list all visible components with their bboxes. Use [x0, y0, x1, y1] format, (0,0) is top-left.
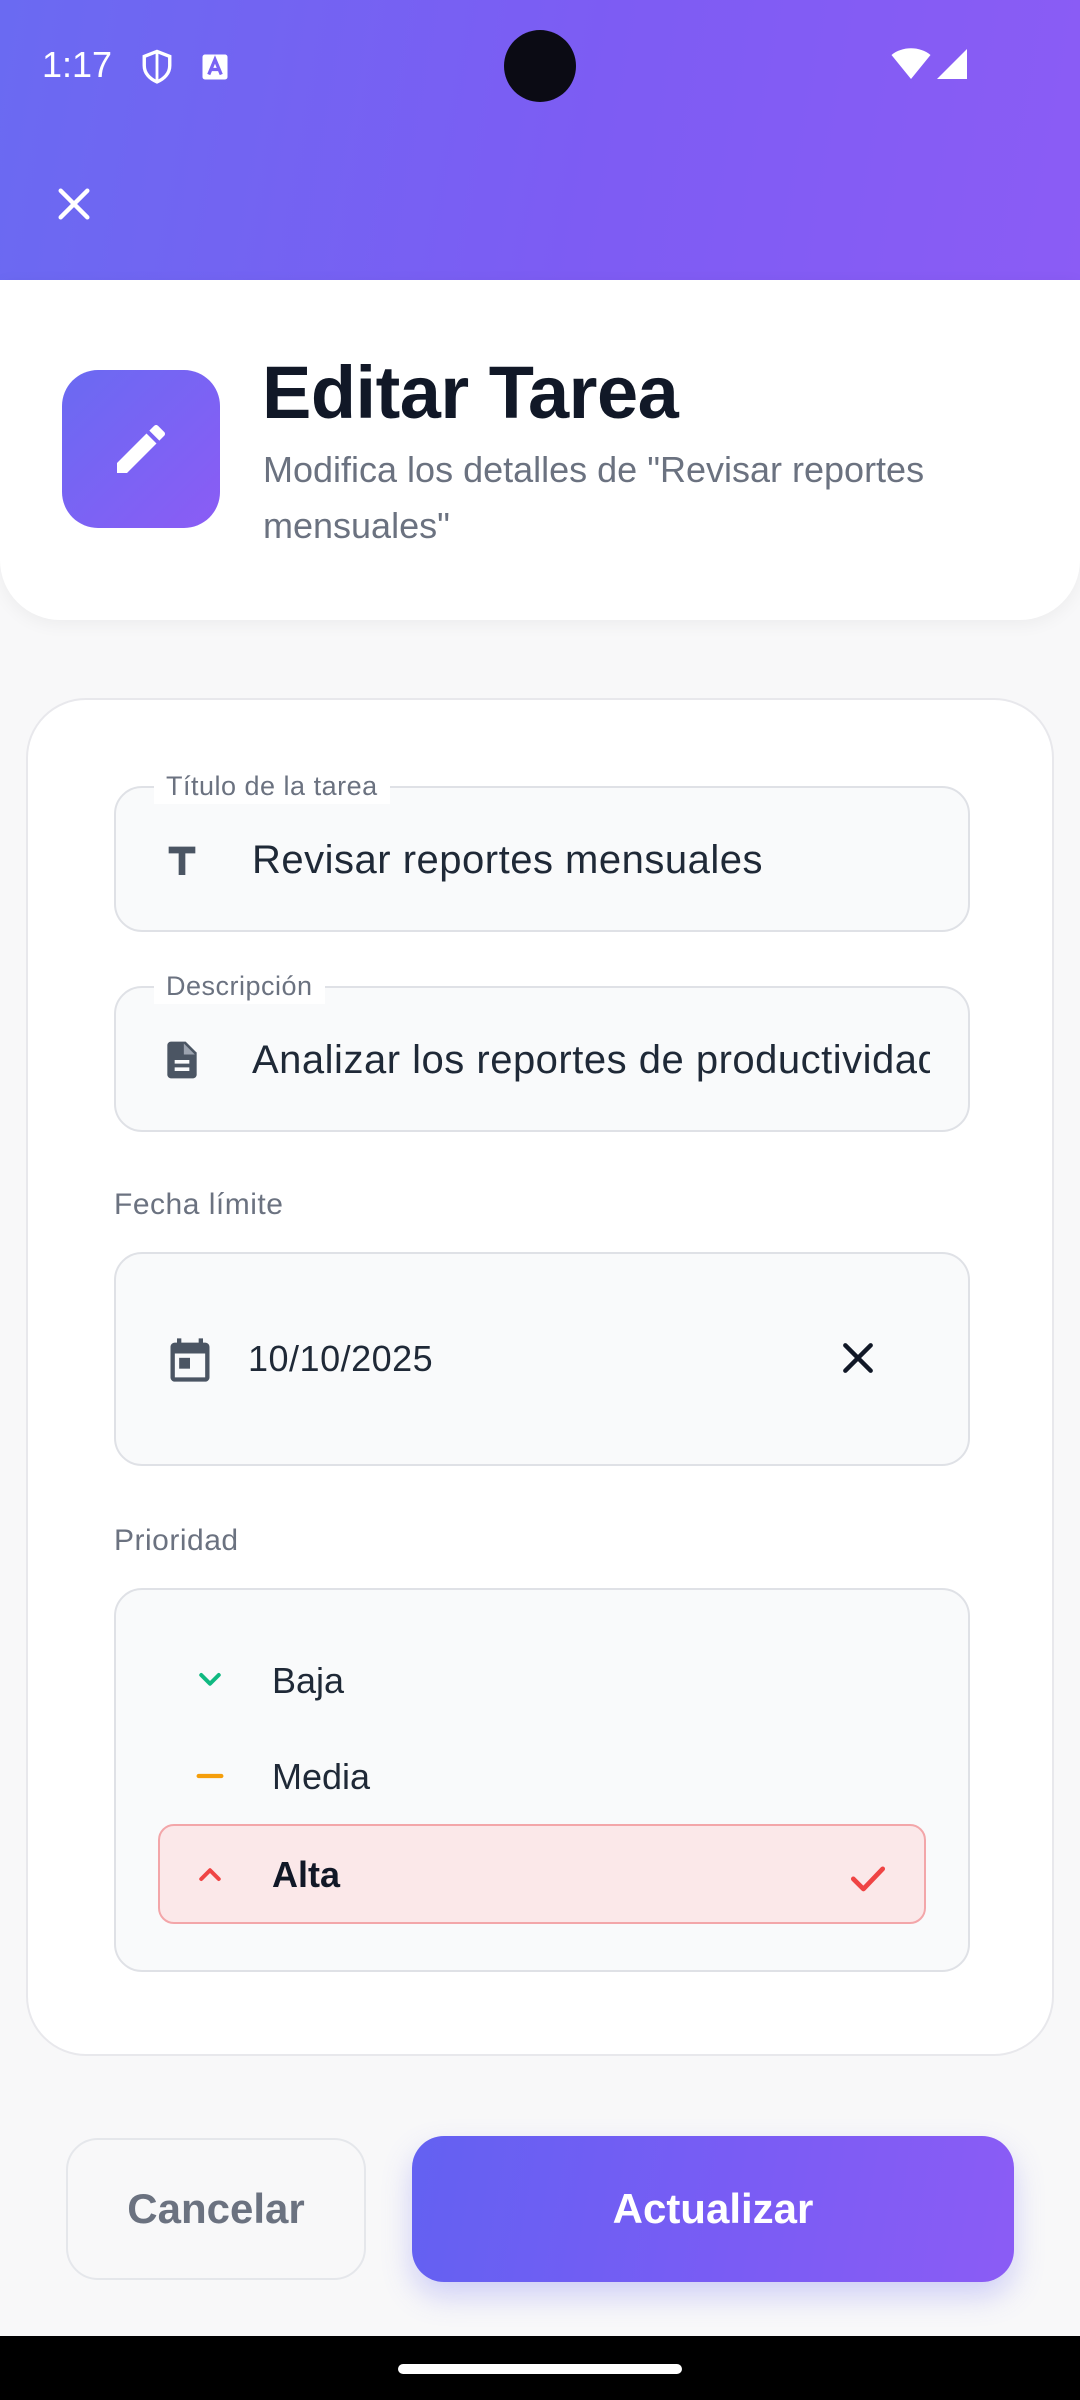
due-date-value: 10/10/2025 [248, 1338, 434, 1379]
status-time: 1:17 [42, 44, 113, 85]
minus-icon [192, 1758, 228, 1794]
close-icon [839, 1339, 877, 1382]
gesture-navigation-bar[interactable] [398, 2364, 682, 2374]
priority-label: Prioridad [114, 1524, 239, 1557]
priority-option-label: Baja [272, 1660, 345, 1701]
page-title: Editar Tarea [262, 351, 679, 434]
priority-option-media[interactable]: Media [158, 1726, 926, 1826]
shield-icon [140, 48, 174, 91]
wifi-icon [890, 46, 932, 87]
priority-option-baja[interactable]: Baja [158, 1630, 926, 1730]
camera-cutout [504, 30, 576, 102]
calendar-icon [162, 1332, 218, 1388]
description-field[interactable]: Descripción Analizar los reportes de pro… [114, 968, 970, 1132]
chevron-down-icon [192, 1662, 228, 1698]
chevron-up-icon [192, 1856, 228, 1892]
priority-option-alta[interactable]: Alta [158, 1824, 926, 1924]
close-icon [54, 184, 94, 229]
top-app-bar: 1:17 [0, 0, 1080, 280]
priority-selector: Baja Media Alta [114, 1588, 970, 1972]
description-field-label: Descripción [154, 968, 325, 1004]
priority-option-label: Alta [272, 1854, 341, 1895]
cancel-button[interactable]: Cancelar [66, 2138, 366, 2280]
priority-option-label: Media [272, 1756, 371, 1797]
close-button[interactable] [44, 176, 104, 236]
title-field-label: Título de la tarea [154, 768, 390, 804]
clear-date-button[interactable] [828, 1330, 888, 1390]
document-icon [154, 1032, 210, 1088]
text-t-icon [154, 832, 210, 888]
update-button[interactable]: Actualizar [412, 2136, 1014, 2282]
edit-pencil-icon [62, 370, 220, 528]
form-card: Título de la tarea Revisar reportes mens… [26, 698, 1054, 2056]
keyboard-a-icon [200, 52, 230, 87]
header-card: Editar Tarea Modifica los detalles de "R… [0, 280, 1080, 620]
description-field-value: Analizar los reportes de productividad [252, 1038, 930, 1082]
due-date-label: Fecha límite [114, 1188, 284, 1221]
title-field[interactable]: Título de la tarea Revisar reportes mens… [114, 768, 970, 932]
due-date-picker[interactable]: 10/10/2025 [114, 1252, 970, 1466]
title-field-value: Revisar reportes mensuales [252, 838, 763, 882]
page-subtitle: Modifica los detalles de "Revisar report… [263, 449, 925, 546]
check-icon [846, 1856, 890, 1900]
signal-icon [934, 46, 970, 87]
screen: 1:17 Editar Tarea Modifica los detalles … [0, 0, 1080, 2336]
